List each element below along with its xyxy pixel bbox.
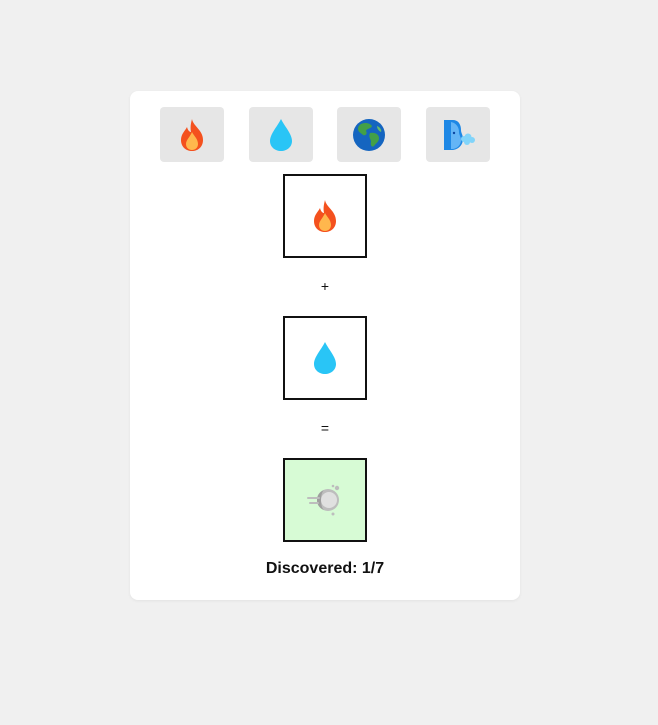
water-drop-icon (314, 342, 336, 374)
discovered-counter: Discovered: 1/7 (265, 560, 385, 577)
second-element-slot[interactable] (283, 316, 367, 400)
first-element-slot[interactable] (283, 174, 367, 258)
result-slot (283, 458, 367, 542)
water-drop-icon (270, 118, 292, 151)
equals-sign: = (320, 420, 330, 436)
game-card: + = Discovered: 1/7 (130, 91, 520, 600)
steam-icon (307, 484, 340, 516)
palette-fire-button[interactable] (160, 107, 224, 162)
wind-face-icon (444, 119, 475, 150)
fire-icon (314, 200, 336, 232)
palette-water-button[interactable] (249, 107, 313, 162)
palette-earth-button[interactable] (337, 107, 401, 162)
globe-icon (353, 118, 385, 151)
element-palette (160, 107, 490, 162)
fire-icon (181, 118, 203, 151)
palette-air-button[interactable] (426, 107, 490, 162)
plus-sign: + (320, 278, 330, 294)
